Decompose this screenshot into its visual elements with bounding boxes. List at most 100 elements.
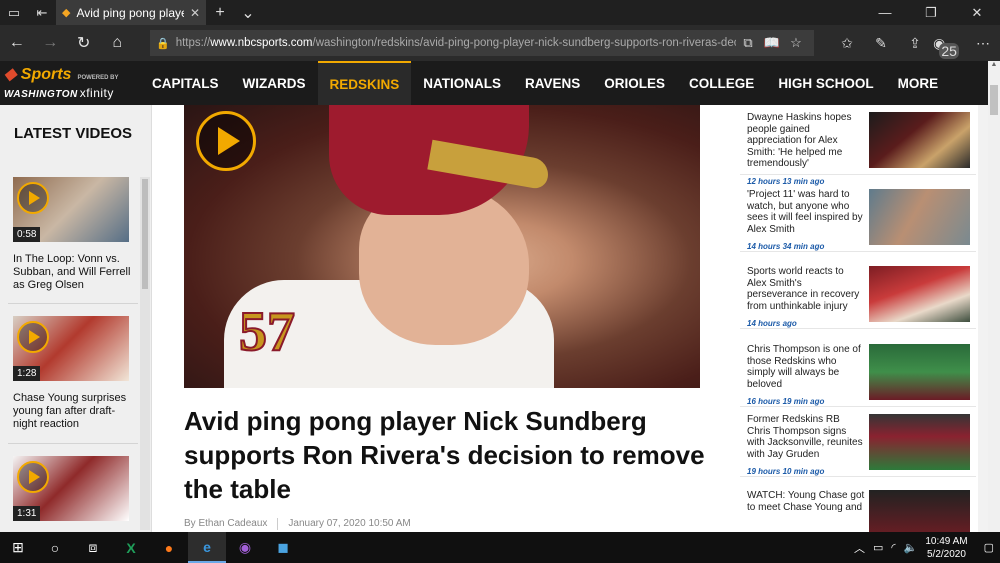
story-thumbnail[interactable] <box>869 490 970 532</box>
video-item[interactable]: 1:31 <box>13 456 133 521</box>
jersey-number: 57 <box>238 300 296 364</box>
story-title[interactable]: Dwayne Haskins hopes people gained appre… <box>747 112 852 169</box>
pen-notes-icon[interactable]: ✎ <box>864 35 898 52</box>
article-headline: Avid ping pong player Nick Sundberg supp… <box>184 406 705 504</box>
windows-start-icon[interactable]: ⊞ <box>0 532 36 563</box>
share-icon[interactable]: ⇪ <box>898 35 932 52</box>
video-thumbnail[interactable]: 1:31 <box>13 456 129 521</box>
app-icon[interactable]: ◼ <box>264 532 302 563</box>
video-thumbnail[interactable]: 0:58 <box>13 177 129 242</box>
story-thumbnail[interactable] <box>869 344 970 400</box>
play-icon[interactable] <box>17 321 49 353</box>
logo-washington: WASHINGTON <box>4 88 78 100</box>
video-item[interactable]: 1:28 Chase Young surprises young fan aft… <box>13 316 133 431</box>
story-item[interactable]: Sports world reacts to Alex Smith's pers… <box>740 259 976 329</box>
sponsor-logo: xfinity <box>79 85 114 100</box>
nav-redskins[interactable]: REDSKINS <box>317 61 412 105</box>
favorites-hub-icon[interactable]: ✩ <box>830 35 864 52</box>
cap-brim-shape <box>427 139 551 191</box>
latest-videos-sidebar: LATEST VIDEOS 0:58 In The Loop: Vonn vs.… <box>0 105 152 532</box>
firefox-icon[interactable]: ● <box>150 532 188 563</box>
nav-orioles[interactable]: ORIOLES <box>592 61 677 105</box>
favorite-star-icon[interactable]: ☆ <box>784 35 808 51</box>
tab-preview-icon[interactable]: ⧉ <box>736 35 760 51</box>
url-scheme: https:// <box>175 37 211 49</box>
story-thumbnail[interactable] <box>869 112 970 168</box>
story-thumbnail[interactable] <box>869 414 970 470</box>
refresh-icon[interactable]: ↻ <box>67 25 101 61</box>
story-item[interactable]: WATCH: Young Chase got to meet Chase You… <box>740 483 976 532</box>
battery-icon[interactable]: ▭ <box>873 541 883 554</box>
story-title[interactable]: Sports world reacts to Alex Smith's pers… <box>747 266 859 312</box>
byline-divider <box>277 518 279 530</box>
address-input[interactable]: 🔒 https://www.nbcsports.com/washington/r… <box>150 30 814 56</box>
story-title[interactable]: 'Project 11' was hard to watch, but anyo… <box>747 189 863 235</box>
minimize-icon[interactable]: — <box>862 5 908 21</box>
video-title[interactable]: In The Loop: Vonn vs. Subban, and Will F… <box>13 253 133 292</box>
article-author[interactable]: By Ethan Cadeaux <box>184 518 267 530</box>
page-scrollbar[interactable]: ▲ <box>988 61 1000 532</box>
story-item[interactable]: 'Project 11' was hard to watch, but anyo… <box>740 182 976 252</box>
story-thumbnail[interactable] <box>869 266 970 322</box>
video-play-icon[interactable] <box>196 111 256 171</box>
network-icon[interactable]: ◜ <box>891 541 895 554</box>
tor-browser-icon[interactable]: ◉ <box>226 532 264 563</box>
forward-icon[interactable]: → <box>34 25 68 61</box>
tab-actions-icon[interactable]: ▭ <box>0 0 28 25</box>
tab-list-chevron-icon[interactable]: ⌄ <box>234 3 262 23</box>
article-date: January 07, 2020 10:50 AM <box>288 518 411 529</box>
divider <box>8 443 138 444</box>
site-nav: ◆ Sports POWERED BY WASHINGTON xfinity CAP… <box>0 61 988 105</box>
story-title[interactable]: Former Redskins RB Chris Thompson signs … <box>747 414 863 460</box>
cortana-search-icon[interactable]: ○ <box>36 532 74 563</box>
play-icon[interactable] <box>17 182 49 214</box>
nav-nationals[interactable]: NATIONALS <box>411 61 513 105</box>
article-hero-image[interactable]: 57 <box>184 105 700 388</box>
story-item[interactable]: Dwayne Haskins hopes people gained appre… <box>740 105 976 186</box>
peacock-icon: ◆ <box>4 65 17 83</box>
video-title[interactable]: Chase Young surprises young fan after dr… <box>13 392 133 431</box>
story-title[interactable]: WATCH: Young Chase got to meet Chase You… <box>747 490 864 513</box>
sidebar-scrollbar[interactable] <box>140 177 150 530</box>
extension-icon[interactable]: ◉25 <box>932 35 966 59</box>
story-thumbnail[interactable] <box>869 189 970 245</box>
nav-wizards[interactable]: WIZARDS <box>231 61 318 105</box>
task-view-icon[interactable]: ⧈ <box>74 532 112 563</box>
page-scroll-thumb[interactable] <box>990 85 998 115</box>
reading-view-icon[interactable]: 📖 <box>760 35 784 51</box>
nav-more[interactable]: MORE <box>886 61 951 105</box>
video-duration: 1:31 <box>13 506 41 521</box>
story-title[interactable]: Chris Thompson is one of those Redskins … <box>747 344 861 390</box>
logo-sports: Sports <box>20 65 72 83</box>
video-item[interactable]: 0:58 In The Loop: Vonn vs. Subban, and W… <box>13 177 133 292</box>
rail-scrollbar[interactable] <box>978 105 988 532</box>
story-time: 14 hours 34 min ago <box>747 242 825 251</box>
close-tab-icon[interactable]: ✕ <box>190 6 200 20</box>
restore-icon[interactable]: ❐ <box>908 5 954 21</box>
edge-icon[interactable]: e <box>188 532 226 563</box>
nav-capitals[interactable]: CAPITALS <box>140 61 231 105</box>
latest-videos-heading: LATEST VIDEOS <box>14 124 133 142</box>
new-tab-icon[interactable]: + <box>206 4 234 22</box>
scroll-up-icon[interactable]: ▲ <box>988 61 1000 68</box>
browser-tab[interactable]: ◆ Avid ping pong player N ✕ <box>56 0 206 25</box>
notifications-icon[interactable]: ▢ <box>984 541 994 554</box>
play-icon[interactable] <box>17 461 49 493</box>
story-item[interactable]: Former Redskins RB Chris Thompson signs … <box>740 407 976 477</box>
taskbar-clock[interactable]: 10:49 AM 5/2/2020 <box>925 535 967 561</box>
set-aside-tabs-icon[interactable]: ⇤ <box>28 0 56 25</box>
nav-ravens[interactable]: RAVENS <box>513 61 592 105</box>
show-hidden-icons-icon[interactable]: ︿ <box>854 540 865 556</box>
video-thumbnail[interactable]: 1:28 <box>13 316 129 381</box>
excel-icon[interactable]: X <box>112 532 150 563</box>
back-icon[interactable]: ← <box>0 25 34 61</box>
more-menu-icon[interactable]: ⋯ <box>966 35 1000 52</box>
home-icon[interactable]: ⌂ <box>101 25 135 61</box>
site-logo[interactable]: ◆ Sports POWERED BY WASHINGTON xfinity <box>0 61 140 105</box>
nav-college[interactable]: COLLEGE <box>677 61 766 105</box>
nav-high-school[interactable]: HIGH SCHOOL <box>766 61 885 105</box>
close-window-icon[interactable]: ✕ <box>954 5 1000 21</box>
story-item[interactable]: Chris Thompson is one of those Redskins … <box>740 337 976 407</box>
sidebar-scroll-thumb[interactable] <box>142 179 148 289</box>
volume-icon[interactable]: 🔈 <box>904 541 918 554</box>
